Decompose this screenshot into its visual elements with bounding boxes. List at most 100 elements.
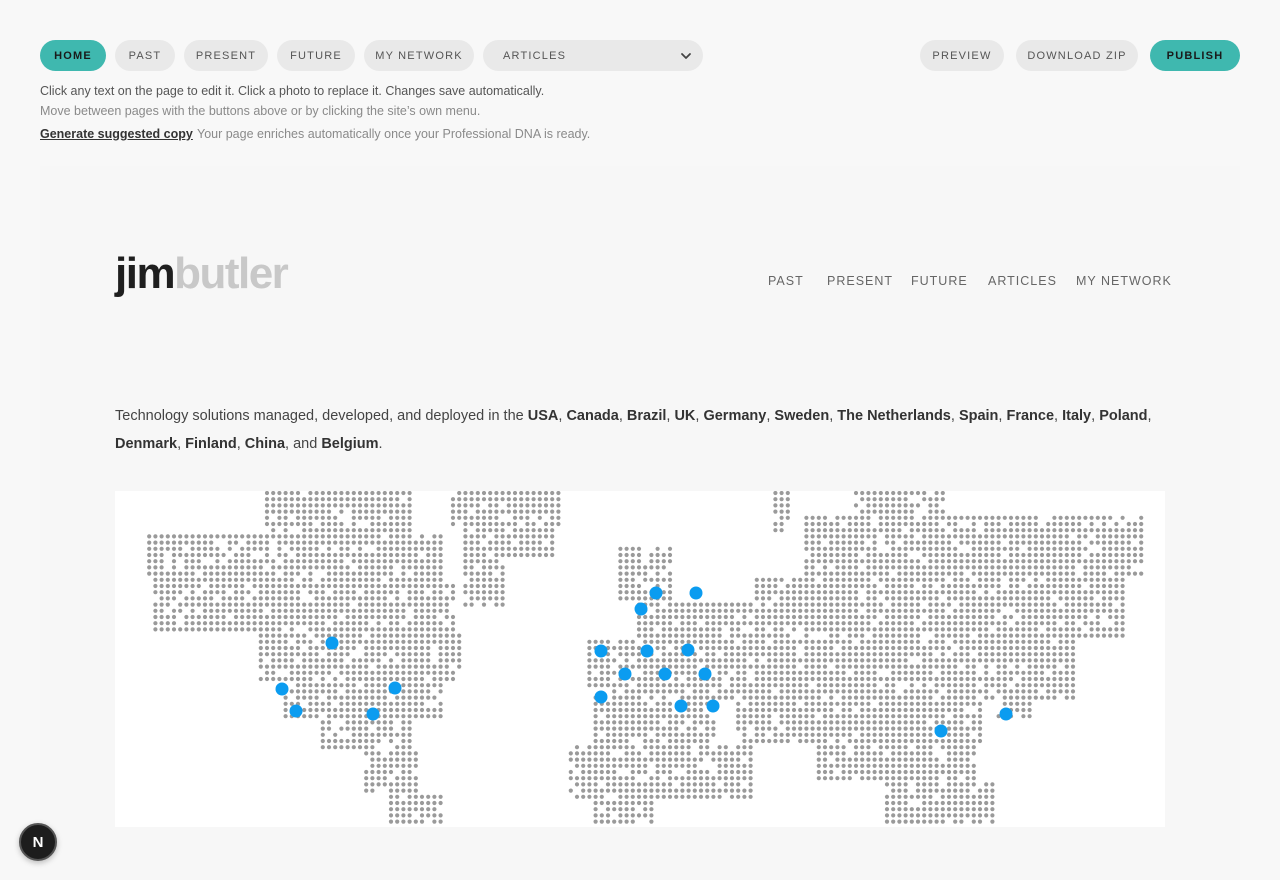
map-dot — [1008, 571, 1014, 576]
map-dot — [959, 800, 964, 806]
map-dot — [680, 670, 685, 675]
download-zip-button[interactable]: DOWNLOAD ZIP — [1016, 40, 1138, 71]
map-dot — [1008, 577, 1014, 582]
map-dot — [630, 776, 635, 781]
map-dot — [934, 608, 939, 613]
map-dot — [407, 621, 412, 626]
map-dot — [376, 639, 381, 644]
map-dot — [940, 695, 945, 700]
map-dot — [903, 800, 908, 806]
map-dot — [971, 528, 976, 533]
map-dot — [1077, 602, 1082, 607]
map-dot — [853, 751, 859, 756]
map-dot — [1064, 608, 1069, 613]
site-logo[interactable]: jimbutler — [115, 252, 289, 296]
map-dot — [884, 614, 890, 620]
map-dot — [711, 726, 716, 731]
map-dot — [178, 571, 183, 576]
present-button[interactable]: PRESENT — [184, 40, 268, 71]
map-dot — [463, 546, 468, 551]
home-button[interactable]: HOME — [40, 40, 106, 71]
map-dot — [686, 707, 691, 713]
site-nav-articles[interactable]: ARTICLES — [988, 274, 1057, 288]
map-dot — [872, 614, 877, 620]
map-dot — [891, 757, 896, 762]
map-dot — [804, 658, 809, 663]
map-dot — [178, 546, 183, 551]
map-dot — [754, 577, 759, 582]
map-dot — [227, 565, 232, 570]
map-dot — [1033, 552, 1038, 558]
site-nav-present[interactable]: PRESENT — [827, 274, 893, 288]
site-nav-future[interactable]: FUTURE — [911, 274, 968, 288]
map-dot — [965, 590, 970, 595]
site-nav-my-network[interactable]: MY NETWORK — [1076, 274, 1172, 288]
map-dot — [810, 577, 815, 582]
map-dot — [984, 676, 989, 682]
map-dot — [953, 763, 958, 768]
map-dot — [1095, 565, 1100, 570]
map-dot — [872, 689, 877, 694]
map-dot — [618, 577, 623, 582]
map-dot — [636, 546, 642, 551]
map-dot — [878, 559, 883, 564]
map-dot — [971, 683, 976, 688]
map-dot — [959, 757, 964, 762]
map-dot — [959, 701, 964, 706]
map-dot — [184, 571, 189, 576]
publish-button[interactable]: PUBLISH — [1150, 40, 1240, 71]
map-dot — [785, 515, 790, 520]
map-dot — [1058, 639, 1063, 644]
generate-copy-link[interactable]: Generate suggested copy — [40, 127, 193, 141]
map-dot — [488, 540, 493, 545]
map-dot — [271, 497, 276, 502]
map-dot — [971, 813, 976, 818]
map-dot — [413, 757, 418, 762]
map-dot — [680, 695, 685, 700]
map-dot — [413, 676, 418, 682]
map-dot — [835, 521, 840, 527]
intro-paragraph[interactable]: Technology solutions managed, developed,… — [115, 402, 1165, 458]
articles-select-value: ARTICLES — [503, 49, 567, 62]
map-dot — [264, 534, 270, 539]
map-dot — [438, 546, 443, 551]
map-dot — [767, 608, 772, 613]
map-dot — [884, 813, 890, 818]
map-dot — [326, 509, 332, 514]
articles-select[interactable]: ARTICLES — [483, 40, 703, 71]
map-dot — [630, 546, 635, 551]
map-dot — [1120, 633, 1125, 638]
map-dot — [897, 714, 902, 719]
map-dot — [736, 701, 741, 706]
map-dot — [661, 757, 666, 762]
preview-button[interactable]: PREVIEW — [920, 40, 1004, 71]
map-dot — [240, 565, 245, 570]
map-dot — [221, 534, 226, 539]
next-dev-badge[interactable]: N — [19, 823, 57, 861]
intro-prefix: Technology solutions managed, developed,… — [115, 408, 524, 424]
map-dot — [624, 726, 629, 731]
future-button[interactable]: FUTURE — [277, 40, 355, 71]
map-dot — [407, 559, 412, 564]
map-dot — [326, 602, 332, 607]
map-dot — [333, 676, 338, 682]
map-dot — [568, 769, 573, 775]
map-dot — [977, 571, 983, 576]
map-dot — [395, 745, 400, 750]
map-dot — [946, 571, 952, 576]
past-button[interactable]: PAST — [115, 40, 175, 71]
map-dot — [822, 720, 828, 725]
map-dot — [643, 701, 648, 706]
map-dot — [326, 552, 332, 558]
map-dot — [351, 670, 356, 675]
map-dot — [1021, 515, 1026, 520]
map-dot — [953, 757, 958, 762]
map-dot — [1089, 559, 1094, 564]
map-dot — [804, 738, 809, 744]
map-dot — [829, 707, 834, 713]
site-nav-past[interactable]: PAST — [768, 274, 804, 288]
my-network-button[interactable]: MY NETWORK — [364, 40, 474, 71]
map-dot — [630, 664, 635, 669]
map-dot — [934, 763, 939, 768]
map-dot — [376, 497, 381, 502]
